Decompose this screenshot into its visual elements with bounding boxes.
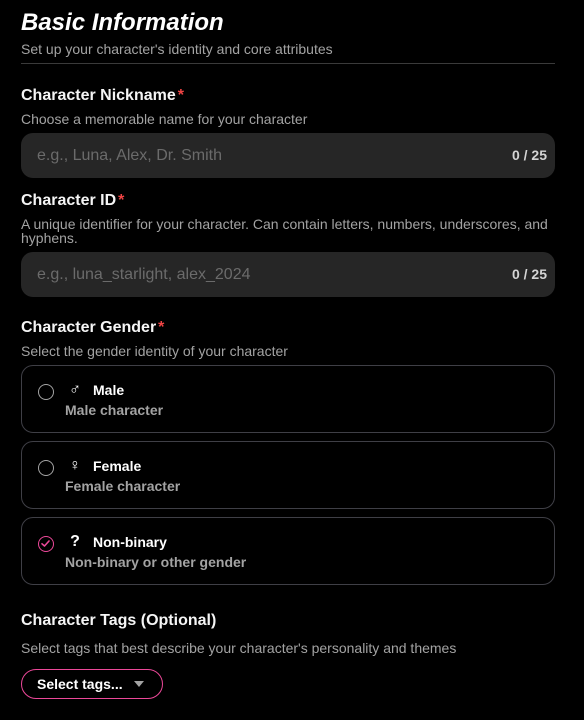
checkmark-icon bbox=[41, 540, 50, 547]
nickname-input-box[interactable]: 0 / 25 bbox=[21, 133, 555, 178]
radio-button-selected[interactable] bbox=[38, 536, 54, 552]
gender-label: Character Gender * bbox=[21, 319, 165, 336]
required-asterisk: * bbox=[177, 87, 184, 104]
nickname-input-container: 0 / 25 bbox=[21, 133, 555, 178]
section-header: Basic Information Set up your character'… bbox=[21, 8, 555, 58]
male-symbol-icon: ♂ bbox=[69, 381, 81, 398]
gender-option-female[interactable]: ♀ Female Female character bbox=[21, 441, 555, 509]
option-label: Male bbox=[93, 382, 125, 398]
radio-button[interactable] bbox=[38, 384, 54, 400]
section-divider bbox=[21, 63, 555, 64]
character-id-input[interactable] bbox=[37, 252, 477, 297]
character-id-field-group: Character ID * A unique identifier for yo… bbox=[21, 191, 555, 245]
nickname-help-text: Choose a memorable name for your charact… bbox=[21, 111, 308, 127]
chevron-down-icon bbox=[134, 681, 144, 687]
option-label: Non-binary bbox=[93, 534, 167, 550]
radio-button[interactable] bbox=[38, 460, 54, 476]
character-id-label: Character ID * bbox=[21, 192, 125, 209]
nickname-label: Character Nickname * bbox=[21, 87, 184, 104]
character-id-char-counter: 0 / 25 bbox=[511, 266, 547, 282]
option-description: Male character bbox=[65, 402, 164, 418]
character-id-help-text: A unique identifier for your character. … bbox=[21, 216, 548, 246]
tags-label: Character Tags (Optional) bbox=[21, 612, 217, 629]
nickname-input[interactable] bbox=[37, 133, 477, 178]
tags-field-group: Character Tags (Optional) Select tags th… bbox=[21, 611, 555, 655]
option-label: Female bbox=[93, 458, 142, 474]
required-asterisk: * bbox=[118, 192, 125, 209]
option-description: Non-binary or other gender bbox=[65, 554, 247, 570]
gender-option-male[interactable]: ♂ Male Male character bbox=[21, 365, 555, 433]
section-subtitle: Set up your character's identity and cor… bbox=[21, 41, 333, 57]
tags-help-text: Select tags that best describe your char… bbox=[21, 640, 457, 656]
character-id-input-container: 0 / 25 bbox=[21, 252, 555, 297]
required-asterisk: * bbox=[158, 319, 165, 336]
gender-field-group: Character Gender * Select the gender iden… bbox=[21, 318, 555, 358]
gender-option-non-binary[interactable]: ? Non-binary Non-binary or other gender bbox=[21, 517, 555, 585]
character-id-input-box[interactable]: 0 / 25 bbox=[21, 252, 555, 297]
nickname-field-group: Character Nickname * Choose a memorable n… bbox=[21, 86, 555, 126]
female-symbol-icon: ♀ bbox=[69, 457, 81, 474]
nickname-char-counter: 0 / 25 bbox=[511, 147, 547, 163]
section-title: Basic Information bbox=[21, 9, 224, 36]
select-tags-dropdown[interactable]: Select tags... bbox=[21, 669, 163, 699]
option-description: Female character bbox=[65, 478, 181, 494]
question-mark-icon: ? bbox=[70, 533, 80, 550]
select-tags-label: Select tags... bbox=[37, 676, 123, 692]
gender-help-text: Select the gender identity of your chara… bbox=[21, 343, 288, 359]
